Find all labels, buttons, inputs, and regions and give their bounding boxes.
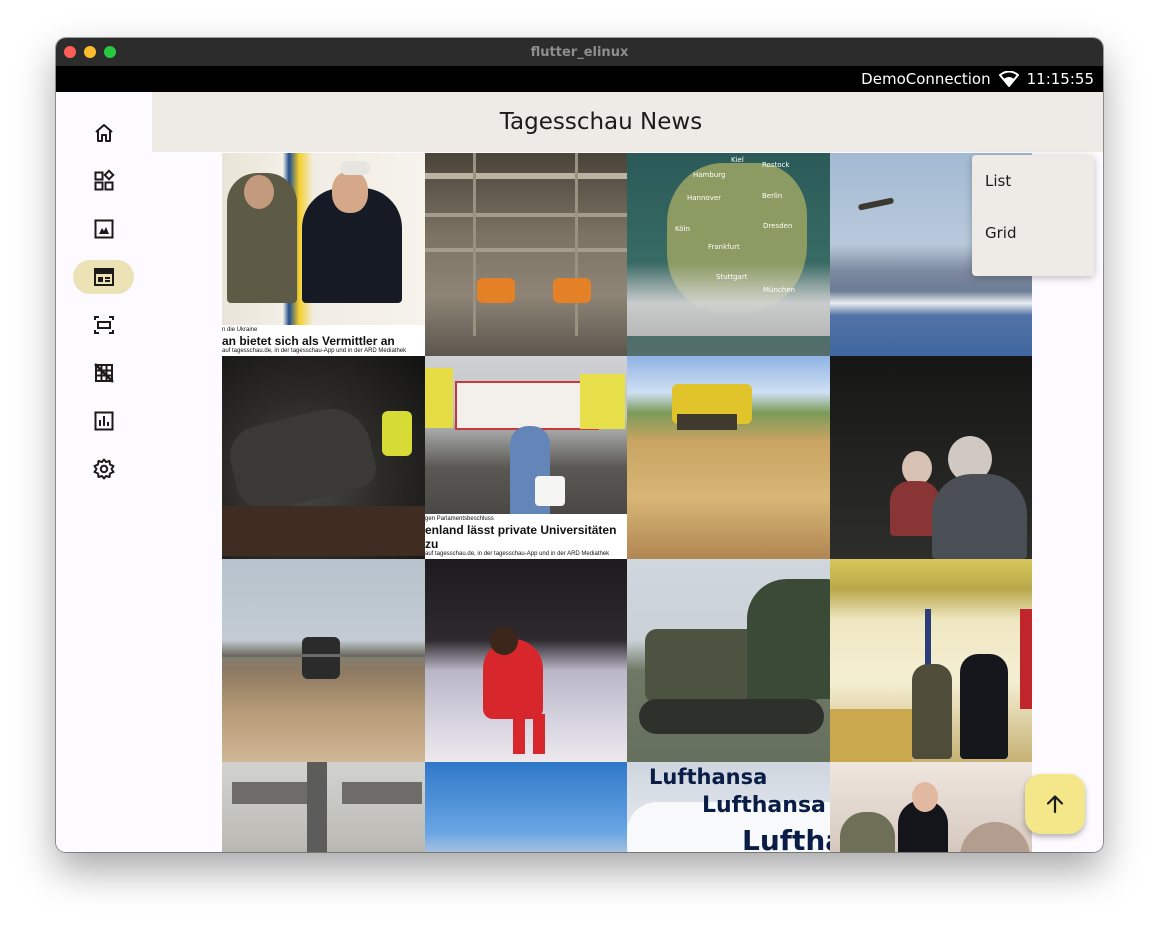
map-labels: Kiel Rostock Hamburg Hannover Berlin Köln F… (675, 156, 795, 294)
window-title: flutter_elinux (530, 44, 629, 60)
rail-item-grid-off[interactable] (73, 356, 134, 390)
svg-text:Berlin: Berlin (762, 192, 782, 200)
news-tile[interactable] (830, 762, 1032, 852)
tile-caption: n die Ukraine an bietet sich als Vermitt… (222, 325, 425, 356)
maximize-window-button[interactable] (104, 46, 116, 58)
tile-caption: gen Parlamentsbeschluss enland lässt pri… (425, 514, 627, 559)
news-tile[interactable]: Lufthansa Lufthansa Luftha (627, 762, 830, 852)
scroll-to-top-button[interactable] (1025, 774, 1085, 834)
grid-off-icon (93, 363, 114, 383)
news-tile[interactable] (222, 356, 425, 559)
settings-icon (93, 458, 114, 480)
news-icon (93, 268, 114, 286)
menu-item-list[interactable]: List (972, 155, 1094, 207)
widgets-icon (94, 169, 115, 191)
rail-item-settings[interactable] (73, 452, 134, 486)
home-icon (94, 124, 113, 142)
news-tile[interactable] (830, 559, 1032, 762)
rail-item-widgets[interactable] (73, 164, 134, 198)
rail-item-gallery[interactable] (73, 212, 134, 246)
gallery-icon (94, 219, 113, 239)
status-clock: 11:15:55 (1026, 70, 1094, 88)
caption-kicker: gen Parlamentsbeschluss (425, 516, 494, 522)
news-tile[interactable] (425, 559, 627, 762)
svg-text:Lufthansa: Lufthansa (649, 765, 767, 789)
news-tile[interactable] (627, 559, 830, 762)
caption-source: auf tagesschau.de, in der tagesschau-App… (425, 551, 610, 557)
menu-item-grid[interactable]: Grid (972, 207, 1094, 259)
status-bar: DemoConnection 11:15:55 (56, 66, 1103, 92)
chart-icon (94, 411, 113, 431)
close-window-button[interactable] (64, 46, 76, 58)
minimize-window-button[interactable] (84, 46, 96, 58)
news-tile[interactable] (222, 762, 425, 852)
caption-headline: enland lässt private Universitäten zu (425, 523, 617, 551)
svg-text:Hamburg: Hamburg (693, 171, 725, 179)
title-bar: flutter_elinux (56, 38, 1103, 66)
svg-text:Dresden: Dresden (763, 222, 792, 230)
svg-text:Stuttgart: Stuttgart (716, 273, 748, 281)
rail-item-fit-screen[interactable] (73, 308, 134, 342)
fit-screen-icon (93, 316, 114, 334)
caption-source: auf tagesschau.de, in der tagesschau-App… (222, 348, 407, 354)
news-tile[interactable] (627, 356, 830, 559)
svg-text:Hannover: Hannover (687, 194, 721, 202)
svg-text:Kiel: Kiel (731, 156, 744, 164)
caption-headline: an bietet sich als Vermittler an (222, 334, 395, 348)
news-tile[interactable]: n die Ukraine an bietet sich als Vermitt… (222, 153, 425, 356)
news-tile[interactable] (425, 153, 627, 356)
news-tile[interactable]: Kiel Rostock Hamburg Hannover Berlin Köln F… (627, 153, 830, 356)
lufthansa-branding: Lufthansa Lufthansa Luftha (649, 765, 830, 852)
news-tile[interactable] (222, 559, 425, 762)
svg-text:Luftha: Luftha (742, 824, 830, 852)
svg-text:Köln: Köln (675, 225, 690, 233)
svg-text:Lufthansa: Lufthansa (702, 793, 826, 818)
app-bar: Tagesschau News (152, 92, 1103, 152)
news-tile[interactable] (830, 356, 1032, 559)
svg-text:Frankfurt: Frankfurt (708, 243, 740, 251)
news-tile[interactable] (425, 762, 627, 852)
navigation-rail (56, 92, 152, 852)
wifi-icon (998, 71, 1019, 87)
rail-item-chart[interactable] (73, 404, 134, 438)
svg-text:Rostock: Rostock (762, 161, 790, 169)
news-tile[interactable]: gen Parlamentsbeschluss enland lässt pri… (425, 356, 627, 559)
app-body: Tagesschau News n die Ukraine an bietet … (56, 92, 1103, 852)
app-window: flutter_elinux DemoConnection 11:15:55 T… (56, 38, 1103, 852)
arrow-up-icon (1046, 795, 1064, 814)
news-grid[interactable]: n die Ukraine an bietet sich als Vermitt… (222, 153, 1032, 852)
page-title: Tagesschau News (499, 109, 703, 135)
rail-item-news[interactable] (73, 260, 134, 294)
caption-kicker: n die Ukraine (222, 327, 258, 333)
view-mode-menu: List Grid (972, 155, 1094, 276)
svg-text:München: München (763, 286, 795, 294)
rail-item-home[interactable] (73, 116, 134, 150)
connection-name: DemoConnection (861, 70, 991, 88)
